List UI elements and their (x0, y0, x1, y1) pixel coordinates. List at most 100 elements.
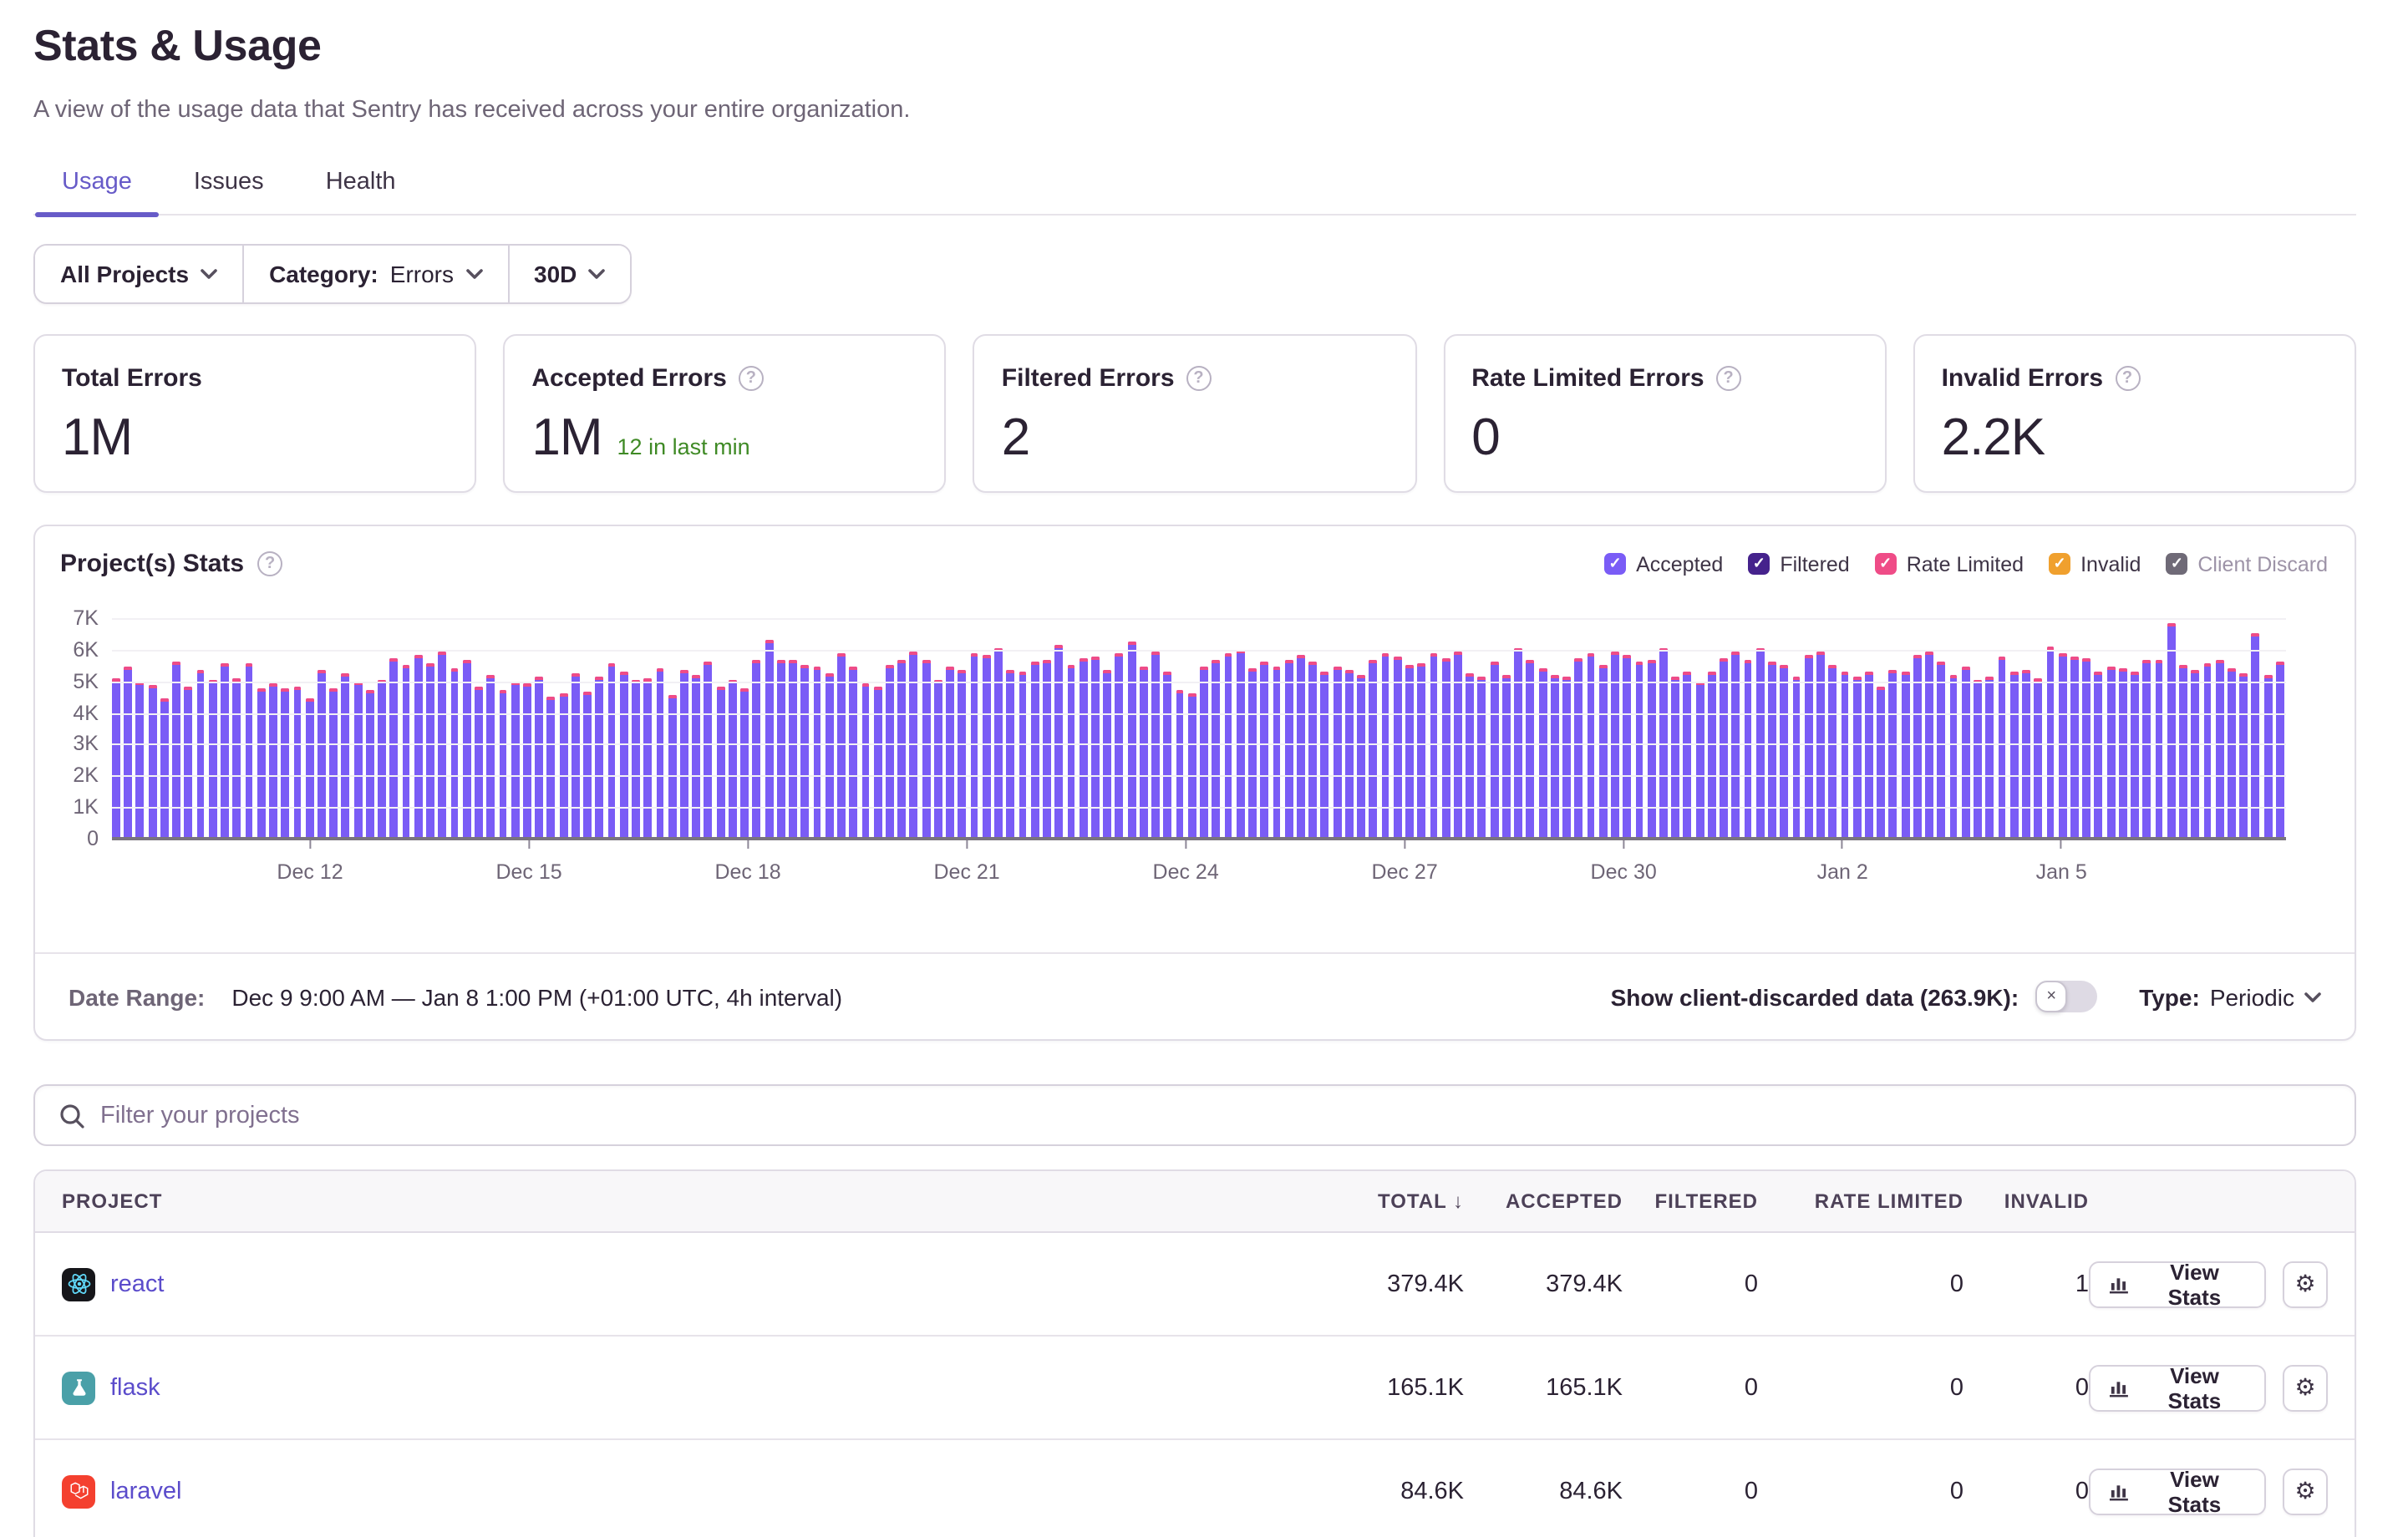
project-search (33, 1084, 2356, 1146)
chart-bar (426, 664, 434, 839)
chart-bar-rate-limited-cap (1527, 661, 1535, 664)
stat-card-title: Total Errors (62, 364, 202, 393)
legend-item-accepted[interactable]: ✓Accepted (1604, 552, 1723, 576)
type-dropdown[interactable]: Type: Periodic (2139, 983, 2321, 1010)
cell-invalid: 0 (1963, 1478, 2089, 1504)
client-discard-toggle-label: Show client-discarded data (263.9K): (1611, 983, 2019, 1010)
chart-bar (1055, 645, 1064, 839)
column-header-invalid[interactable]: INVALID (1963, 1190, 2089, 1213)
stat-card-title: Accepted Errors (531, 364, 726, 393)
project-settings-button[interactable]: ⚙ (2283, 1364, 2328, 1411)
legend-item-client-discard[interactable]: ✓Client Discard (2166, 552, 2328, 576)
chart-bar-rate-limited-cap (1901, 672, 1909, 675)
chart-bar (487, 675, 495, 839)
chart-bar-rate-limited-cap (1103, 670, 1111, 673)
chart-bar-rate-limited-cap (1067, 666, 1075, 669)
bar-chart-icon (2109, 1273, 2131, 1295)
legend-checkbox-icon[interactable]: ✓ (2049, 553, 2070, 575)
period-filter-value: 30D (534, 261, 577, 287)
chart-bar-rate-limited-cap (1273, 667, 1281, 670)
period-filter-dropdown[interactable]: 30D (507, 246, 630, 302)
chart-bar (475, 686, 483, 839)
chart-bar (946, 667, 954, 839)
legend-item-invalid[interactable]: ✓Invalid (2049, 552, 2141, 576)
chart-bar-rate-limited-cap (1599, 666, 1608, 669)
column-header-accepted[interactable]: ACCEPTED (1464, 1190, 1623, 1213)
chart-bar-rate-limited-cap (245, 664, 253, 667)
help-icon[interactable]: ? (257, 551, 282, 576)
column-header-total[interactable]: TOTAL ↓ (1263, 1190, 1464, 1213)
chart-bar (1357, 675, 1365, 839)
y-axis-label: 2K (73, 764, 99, 788)
chart-bar-rate-limited-cap (1055, 645, 1064, 648)
legend-item-filtered[interactable]: ✓Filtered (1748, 552, 1849, 576)
chart-bar-rate-limited-cap (318, 670, 326, 673)
project-filter-dropdown[interactable]: All Projects (35, 246, 242, 302)
chart-bar (293, 686, 302, 839)
chart-bar-rate-limited-cap (583, 692, 592, 696)
chart-bar-rate-limited-cap (1188, 694, 1196, 697)
tab-health[interactable]: Health (299, 169, 423, 214)
project-link-react[interactable]: react (110, 1271, 165, 1297)
chart-bar (2143, 661, 2151, 839)
help-icon[interactable]: ? (1716, 366, 1741, 391)
x-axis-label: Dec 30 (1591, 860, 1657, 884)
table-row: laravel 84.6K 84.6K 0 0 0 View Stats ⚙ (35, 1440, 2355, 1537)
search-input[interactable] (100, 1102, 2331, 1129)
chart-bar-rate-limited-cap (148, 684, 156, 687)
chart-bar (342, 673, 350, 839)
chart-bar (1284, 659, 1293, 839)
chart-bar-rate-limited-cap (1007, 670, 1015, 673)
chart-title: Project(s) Stats (60, 550, 244, 578)
chart-bar (1164, 672, 1172, 839)
view-stats-button[interactable]: View Stats (2089, 1468, 2266, 1514)
bar-chart-icon (2109, 1377, 2131, 1398)
x-axis-tick: Jan 5 (2036, 839, 2087, 884)
chart-plot: 01K2K3K4K5K6K7KDec 12Dec 15Dec 18Dec 21D… (112, 618, 2286, 839)
chart-bar-rate-limited-cap (547, 697, 556, 700)
view-stats-button[interactable]: View Stats (2089, 1364, 2266, 1411)
gridline (112, 618, 2286, 620)
chart-bar-rate-limited-cap (2276, 662, 2284, 666)
tab-issues[interactable]: Issues (167, 169, 291, 214)
chart-bar-rate-limited-cap (1502, 675, 1511, 678)
legend-item-rate-limited[interactable]: ✓Rate Limited (1875, 552, 2024, 576)
cell-rate-limited: 0 (1758, 1374, 1963, 1401)
chart-bar (2095, 672, 2103, 839)
x-axis-tick: Dec 18 (714, 839, 780, 884)
chart-bar-rate-limited-cap (160, 698, 169, 702)
legend-checkbox-icon[interactable]: ✓ (1875, 553, 1897, 575)
chart-bar (934, 680, 942, 839)
x-axis-label: Dec 21 (933, 860, 999, 884)
help-icon[interactable]: ? (739, 366, 764, 391)
project-settings-button[interactable]: ⚙ (2283, 1468, 2328, 1514)
legend-checkbox-icon[interactable]: ✓ (2166, 553, 2187, 575)
view-stats-button[interactable]: View Stats (2089, 1261, 2266, 1307)
chart-bar-rate-limited-cap (2070, 656, 2079, 659)
stat-card-total-errors: Total Errors 1M (33, 334, 476, 493)
tab-usage[interactable]: Usage (35, 169, 159, 214)
help-icon[interactable]: ? (1186, 366, 1212, 391)
chart-bar-rate-limited-cap (1164, 672, 1172, 675)
chart-bar (1938, 662, 1946, 839)
chart-bar-rate-limited-cap (2022, 670, 2030, 673)
chart-bar (1418, 664, 1426, 839)
chart-bar-rate-limited-cap (1805, 654, 1813, 657)
project-link-flask[interactable]: flask (110, 1374, 160, 1401)
column-header-project[interactable]: PROJECT (35, 1190, 1263, 1213)
column-header-rate-limited[interactable]: RATE LIMITED (1758, 1190, 1963, 1213)
project-link-laravel[interactable]: laravel (110, 1478, 181, 1504)
chart-bar-rate-limited-cap (801, 666, 810, 669)
filter-button-group: All Projects Category: Errors 30D (33, 244, 632, 304)
help-icon[interactable]: ? (2115, 366, 2140, 391)
chevron-down-icon (588, 269, 605, 279)
project-settings-button[interactable]: ⚙ (2283, 1261, 2328, 1307)
legend-checkbox-icon[interactable]: ✓ (1748, 553, 1770, 575)
client-discard-toggle[interactable]: × (2035, 981, 2097, 1012)
chart-bar-rate-limited-cap (874, 686, 882, 689)
chart-bar (704, 662, 713, 839)
legend-checkbox-icon[interactable]: ✓ (1604, 553, 1626, 575)
project-stats-panel: Project(s) Stats ? ✓Accepted ✓Filtered ✓Ra… (33, 525, 2356, 1041)
column-header-filtered[interactable]: FILTERED (1623, 1190, 1758, 1213)
category-filter-dropdown[interactable]: Category: Errors (242, 246, 507, 302)
